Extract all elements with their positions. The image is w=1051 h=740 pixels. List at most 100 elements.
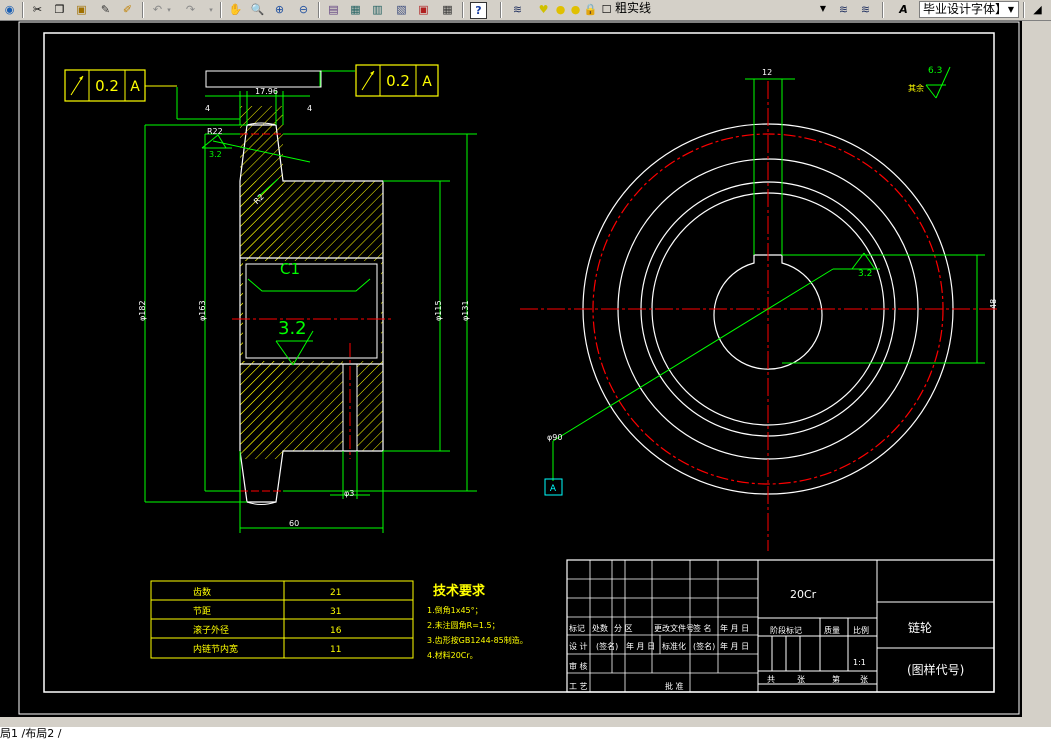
layer-on-bulb-icon[interactable]: ♥ [536,2,551,17]
redo-icon[interactable]: ↷ [183,2,198,17]
dim-width-60: 60 [289,519,299,528]
title-block: 标记 处数分 区更改文件号签 名年 月 日 设 计 (签名) 年 月 日标准化 (签名)… [566,559,995,693]
undo-icon[interactable]: ↶ [150,2,165,17]
layout-tab-labels[interactable]: 局1 /布局2 / [0,727,61,740]
cut-icon[interactable]: ✂ [30,2,45,17]
param-value: 21 [330,588,341,598]
zoom-window-icon[interactable]: ⊕ [272,2,287,17]
tb-weight: 质量 [824,625,840,635]
tech-line: 1.倒角1x45°； [427,605,483,615]
param-value: 16 [330,626,342,636]
fcf-right: 0.2 A [355,64,439,97]
params-table: 齿数 21 节距 31 滚子外径 16 内链节内宽 11 [150,580,414,659]
layer-manager-icon[interactable]: ≋ [510,2,525,17]
properties-icon[interactable]: ▤ [326,2,341,17]
tb-scale-val: 1:1 [853,658,866,667]
sheet-set-icon[interactable]: ▧ [394,2,409,17]
text-style-icon[interactable]: A [896,2,911,17]
dim-left4: 4 [205,104,210,113]
undo-dropdown-icon[interactable]: ▾ [166,2,172,17]
tb-row1-cell: 处数 [592,623,608,633]
quickcalc-icon[interactable]: ▦ [440,2,455,17]
fcf-right-datum: A [422,74,432,90]
tb-stage: 阶段标记 [770,625,802,635]
tb-row1-cell: 分 区 [614,624,633,633]
chamfer-label: C1 [280,260,300,278]
layer-viewport-icon[interactable]: ● [568,2,583,17]
tb-row1-cell: 年 月 日 [720,623,749,633]
rough-others-value: 6.3 [928,66,942,76]
drawing-canvas[interactable]: 0.2 A 0.2 A 17.96 4 4 R22 R2 φ182 φ163 φ… [0,21,1022,717]
tb-row2-cell: 年 月 日 [626,641,655,651]
layer-lock-icon[interactable]: 🔒 [583,2,598,17]
tb-sheet-cell: 张 [860,675,868,684]
copy-icon[interactable]: ❐ [52,2,67,17]
param-value: 11 [330,645,341,655]
param-key: 节距 [193,606,211,617]
tb-sheet-cell: 第 [832,674,840,684]
param-key: 滚子外径 [193,624,229,636]
make-layer-current-icon[interactable]: ≋ [836,2,851,17]
dim-reference-box [205,70,322,88]
rough-left-value: 3.2 [209,150,222,159]
tb-material: 20Cr [790,588,817,601]
tb-scale-label: 比例 [853,625,869,635]
tb-review: 审 核 [569,661,588,671]
zoom-previous-icon[interactable]: ⊖ [296,2,311,17]
tb-sheet-cell: 共 [767,675,775,684]
tb-row1-cell: 标记 [569,623,585,633]
redo-dropdown-icon[interactable]: ▾ [208,2,214,17]
layer-dropdown[interactable]: 粗实线 ▼ [612,1,830,18]
horizontal-scrollbar[interactable] [0,717,1051,727]
zoom-realtime-icon[interactable]: 🔍 [250,2,265,17]
vertical-scrollbar[interactable] [1022,21,1051,717]
dim-d182: φ182 [138,300,147,321]
dim-d115: φ115 [434,300,443,321]
dim-chamfer-r: R22 [207,127,223,136]
tb-row4-cell: 工 艺 [569,682,588,691]
text-style-dropdown[interactable]: 毕业设计字体】 ▼ [919,1,1019,18]
tech-requirements: 技术要求 1.倒角1x45°； 2.未注圆角R=1.5； 3.齿形按GB1244-8… [427,583,528,660]
chevron-down-icon: ▼ [1007,5,1015,14]
datum-a-label: A [550,484,557,494]
help-icon[interactable]: ? [470,2,487,19]
tech-line: 3.齿形按GB1244-85制造。 [427,635,528,645]
tb-row2-cell: 设 计 [569,641,588,651]
match-properties-icon[interactable]: ✎ [98,2,113,17]
tb-part-name: 链轮 [908,620,932,635]
tb-row2-cell: 年 月 日 [720,641,749,651]
markup-icon[interactable]: ▣ [416,2,431,17]
paste-icon[interactable]: ▣ [74,2,89,17]
dim-bore-width: φ3 [344,489,354,498]
fcf-left-tolerance: 0.2 [95,77,119,95]
tb-sheet-cell: 张 [797,675,805,684]
tb-row2-cell: 标准化 [662,641,686,651]
tech-title: 技术要求 [433,583,486,599]
tb-row2-cell: (签名) [596,641,618,651]
dimension-style-icon[interactable]: ◢ [1030,2,1045,17]
layer-freeze-sun-icon[interactable]: ● [553,2,568,17]
tech-line: 4.材料20Cr。 [427,650,478,660]
properties-brush-icon[interactable]: ✐ [120,2,135,17]
outer-sheet-border [18,21,1020,715]
dim-d163: φ163 [198,300,207,321]
dim-key12: 12 [762,68,772,77]
tb-row2-cell: (签名) [693,641,715,651]
front-view [520,81,1000,551]
layer-previous-icon[interactable]: ≋ [858,2,873,17]
dim-right4: 4 [307,104,312,113]
text-style-name: 毕业设计字体】 [923,2,1008,16]
rough-others-label: 其余 [908,83,924,93]
standard-toolbar: ◉ ✂ ❐ ▣ ✎ ✐ ↶ ▾ ↷ ▾ ✋ 🔍 ⊕ ⊖ ▤ ▦ ▥ ▧ ▣ ▦ … [0,0,1051,21]
param-key: 齿数 [193,586,211,598]
tool-palette-icon[interactable]: ▥ [370,2,385,17]
section-view [232,106,392,505]
param-key: 内链节内宽 [193,643,238,655]
tb-row4-cell: 批 准 [665,681,684,691]
tb-row1-cell: 更改文件号 [654,623,694,633]
layout-tabs[interactable]: 局1 /布局2 / [0,727,1051,740]
globe-icon[interactable]: ◉ [2,2,17,17]
pan-icon[interactable]: ✋ [228,2,243,17]
fcf-right-tolerance: 0.2 [386,72,410,90]
design-center-icon[interactable]: ▦ [348,2,363,17]
